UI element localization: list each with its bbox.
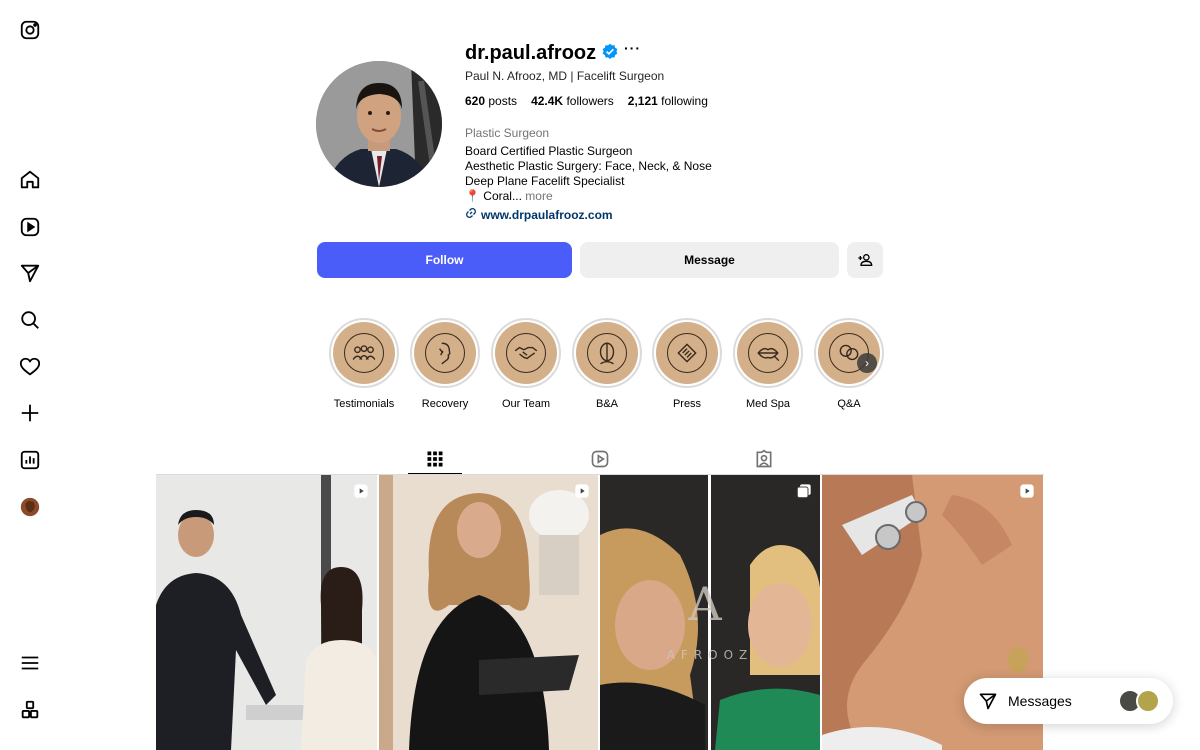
more-options-icon[interactable]: ···: [624, 40, 641, 56]
more-apps-icon[interactable]: [18, 698, 42, 722]
post-item[interactable]: A AFROOZ: [600, 475, 820, 750]
profile-category: Plastic Surgeon: [465, 126, 550, 140]
reel-badge-icon: [353, 483, 369, 499]
highlight-testimonials[interactable]: Testimonials: [328, 318, 400, 410]
reels-icon[interactable]: [18, 215, 42, 239]
highlight-before-after[interactable]: B&A: [571, 318, 643, 410]
grid-icon: [427, 451, 443, 466]
profile-picture[interactable]: [316, 61, 442, 187]
search-icon[interactable]: [18, 308, 42, 332]
tab-reels[interactable]: [573, 444, 627, 474]
heart-icon[interactable]: [18, 355, 42, 379]
profile-bio: Board Certified Plastic Surgeon Aestheti…: [465, 144, 712, 204]
highlight-press[interactable]: Press: [651, 318, 723, 410]
follow-button[interactable]: Follow: [317, 242, 572, 278]
posts-stat: 620 posts: [465, 94, 518, 108]
carousel-badge-icon: [796, 483, 812, 499]
home-icon[interactable]: [18, 168, 42, 192]
post-item[interactable]: [379, 475, 598, 750]
face-icon: [599, 342, 615, 365]
newspaper-icon: [677, 343, 697, 363]
highlight-recovery[interactable]: Recovery: [409, 318, 481, 410]
messages-label: Messages: [1008, 693, 1072, 709]
explore-icon[interactable]: [18, 261, 42, 285]
watermark-text: AFROOZ: [667, 648, 754, 662]
handshake-icon: [514, 346, 538, 360]
profile-avatar-icon[interactable]: [18, 495, 42, 519]
reel-badge-icon: [574, 483, 590, 499]
profile-username: dr.paul.afrooz: [465, 42, 597, 64]
reel-badge-icon: [1019, 483, 1035, 499]
instagram-logo-icon[interactable]: [18, 18, 42, 42]
send-icon: [979, 693, 997, 710]
highlight-med-spa[interactable]: Med Spa: [732, 318, 804, 410]
bio-line: Board Certified Plastic Surgeon: [465, 144, 633, 158]
message-avatar: [1136, 689, 1160, 713]
face-profile-icon: [439, 342, 451, 365]
website-link[interactable]: www.drpaulafrooz.com: [465, 207, 613, 222]
lips-icon: [757, 347, 780, 362]
bio-line: Deep Plane Facelift Specialist: [465, 174, 625, 188]
group-icon: [352, 345, 376, 360]
followers-stat[interactable]: 42.4K followers: [531, 94, 614, 108]
bio-line: Aesthetic Plastic Surgery: Face, Neck, &…: [465, 159, 712, 173]
add-person-icon: [858, 253, 873, 266]
reels-tab-icon: [591, 450, 609, 468]
verified-badge-icon: [601, 43, 619, 61]
following-stat[interactable]: 2,121 following: [628, 94, 708, 108]
bio-more-link[interactable]: more: [525, 189, 552, 203]
menu-icon[interactable]: [18, 651, 42, 675]
suggested-accounts-button[interactable]: [847, 242, 883, 278]
profile-stats: 620 posts 42.4K followers 2,121 followin…: [465, 94, 708, 108]
highlights-next-button[interactable]: ›: [857, 353, 877, 373]
bio-location-line: 📍 Coral... more: [465, 189, 553, 203]
tab-posts-grid[interactable]: [408, 444, 462, 474]
message-button[interactable]: Message: [580, 242, 839, 278]
insights-icon[interactable]: [18, 448, 42, 472]
watermark-logo: A: [687, 577, 722, 631]
highlight-our-team[interactable]: Our Team: [490, 318, 562, 410]
sidebar: [0, 0, 60, 750]
messages-widget[interactable]: Messages: [964, 678, 1173, 724]
tagged-icon: [756, 449, 772, 468]
post-item[interactable]: [156, 475, 377, 750]
plus-icon[interactable]: [18, 401, 42, 425]
tab-tagged[interactable]: [737, 444, 791, 474]
profile-full-name: Paul N. Afrooz, MD | Facelift Surgeon: [465, 69, 665, 83]
link-icon: [465, 207, 477, 222]
